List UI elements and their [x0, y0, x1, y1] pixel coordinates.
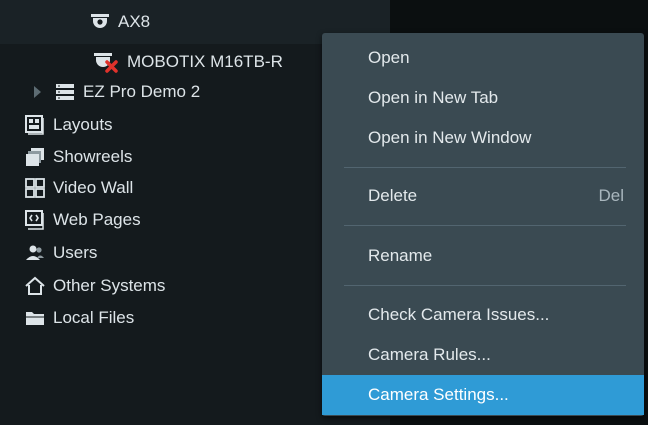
tree-item-label: AX8: [118, 12, 151, 31]
menu-item-label: Camera Settings...: [368, 385, 509, 404]
menu-item-rename[interactable]: Rename: [322, 236, 644, 276]
home-icon: [25, 276, 45, 296]
delete-shortcut: Del: [598, 186, 624, 205]
menu-item-label: Delete: [368, 186, 418, 205]
menu-item-label: Camera Rules...: [368, 345, 491, 364]
tree-item-label: MOBOTIX M16TB-R: [127, 52, 283, 71]
menu-item-open-new-tab[interactable]: Open in New Tab: [322, 78, 644, 118]
video-wall-icon: [25, 178, 45, 198]
menu-item-label: Check Camera Issues...: [368, 305, 550, 324]
menu-item-camera-rules[interactable]: Camera Rules...: [322, 335, 644, 375]
showreels-icon: [25, 147, 45, 167]
expand-arrow-icon[interactable]: [34, 86, 41, 98]
menu-item-label: Open: [368, 48, 410, 67]
server-icon: [55, 83, 75, 101]
tree-item-label: Video Wall: [53, 178, 134, 197]
menu-item-label: Open in New Tab: [368, 88, 499, 107]
tree-item-label: Showreels: [53, 147, 133, 166]
layouts-icon: [25, 115, 45, 135]
camera-icon: [90, 13, 110, 31]
tree-item-label: Layouts: [53, 115, 113, 134]
folder-icon: [25, 309, 45, 327]
tree-item-label: Web Pages: [53, 210, 141, 229]
menu-item-camera-settings[interactable]: Camera Settings...: [322, 375, 644, 415]
menu-separator: [344, 285, 626, 286]
menu-item-check-camera-issues[interactable]: Check Camera Issues...: [322, 295, 644, 335]
menu-item-delete[interactable]: Delete Del: [322, 176, 644, 216]
menu-item-label: Rename: [368, 246, 433, 265]
users-icon: [25, 244, 45, 262]
camera-offline-icon: [93, 51, 119, 73]
context-menu: Open Open in New Tab Open in New Window …: [322, 33, 644, 416]
tree-item-label: Local Files: [53, 308, 135, 327]
menu-separator: [344, 225, 626, 226]
tree-item-label: Other Systems: [53, 276, 166, 295]
tree-item-label: EZ Pro Demo 2: [83, 82, 201, 101]
menu-item-open-new-window[interactable]: Open in New Window: [322, 118, 644, 158]
web-pages-icon: [25, 210, 45, 230]
tree-item-label: Users: [53, 243, 98, 262]
menu-item-label: Open in New Window: [368, 128, 532, 147]
menu-separator: [344, 167, 626, 168]
menu-item-open[interactable]: Open: [322, 38, 644, 78]
